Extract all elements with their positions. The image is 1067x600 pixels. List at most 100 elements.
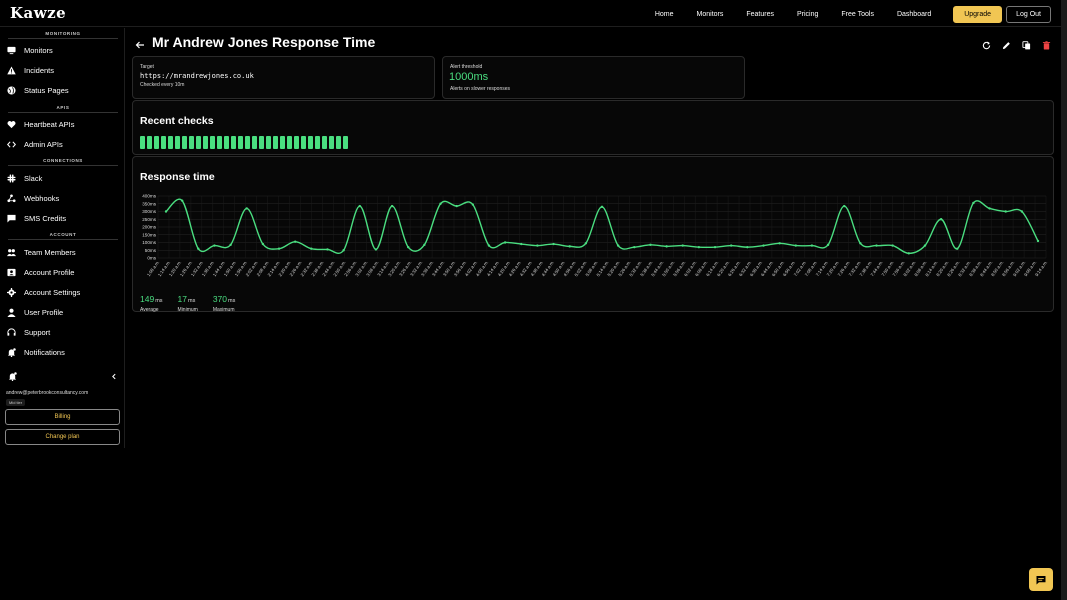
- check-bar[interactable]: [329, 136, 334, 149]
- stat-average-value: 149: [140, 294, 155, 304]
- data-point: [487, 244, 491, 247]
- stat-maximum-unit: ms: [228, 298, 236, 304]
- page-scrollbar[interactable]: [1061, 0, 1067, 600]
- check-bar[interactable]: [343, 136, 348, 149]
- check-bar[interactable]: [224, 136, 229, 149]
- alert-threshold-value: 1000ms: [449, 71, 489, 83]
- slack-icon: [7, 173, 16, 183]
- check-bar[interactable]: [147, 136, 152, 149]
- bell-icon[interactable]: [8, 368, 17, 382]
- check-bar[interactable]: [196, 136, 201, 149]
- data-point: [988, 207, 991, 210]
- sidebar-item-incidents[interactable]: Incidents: [7, 64, 54, 76]
- data-point: [293, 240, 297, 243]
- app-logo[interactable]: Kawze: [10, 4, 66, 22]
- check-bar[interactable]: [203, 136, 208, 149]
- data-point: [245, 207, 248, 210]
- check-bar[interactable]: [140, 136, 145, 149]
- check-bar[interactable]: [210, 136, 215, 149]
- recent-checks-title: Recent checks: [140, 115, 214, 127]
- check-bar[interactable]: [280, 136, 285, 149]
- sidebar-item-heartbeat-apis[interactable]: Heartbeat APIs: [7, 118, 74, 130]
- check-bar[interactable]: [308, 136, 313, 149]
- back-arrow-icon[interactable]: [135, 37, 145, 49]
- nav-home[interactable]: Home: [655, 11, 674, 18]
- sidebar-item-label: Team Members: [24, 247, 76, 257]
- check-bar[interactable]: [266, 136, 271, 149]
- y-tick-label: 400ms: [142, 194, 156, 199]
- team-icon: [7, 248, 16, 257]
- copy-icon[interactable]: [1022, 37, 1031, 50]
- check-bar[interactable]: [168, 136, 173, 149]
- page-title: Mr Andrew Jones Response Time: [152, 34, 376, 50]
- delete-icon[interactable]: [1042, 37, 1051, 50]
- data-point: [600, 205, 604, 209]
- sidebar-item-account-settings[interactable]: Account Settings: [7, 286, 80, 298]
- data-point: [197, 247, 200, 250]
- sidebar-item-team-members[interactable]: Team Members: [7, 246, 76, 258]
- billing-button[interactable]: Billing: [5, 409, 120, 425]
- nav-pricing[interactable]: Pricing: [797, 11, 818, 18]
- nav-features[interactable]: Features: [746, 11, 774, 18]
- y-tick-label: 200ms: [142, 225, 156, 230]
- check-bar[interactable]: [273, 136, 278, 149]
- stats-row: 149ms Average 17ms Minimum 370ms Maximum: [140, 289, 235, 313]
- sidebar-item-label: User Profile: [24, 307, 64, 317]
- sidebar-item-label: Account Profile: [24, 267, 75, 277]
- check-bar[interactable]: [336, 136, 341, 149]
- check-bar[interactable]: [231, 136, 236, 149]
- data-point: [923, 244, 927, 247]
- change-plan-button[interactable]: Change plan: [5, 429, 120, 445]
- check-bar[interactable]: [161, 136, 166, 149]
- nav-free-tools[interactable]: Free Tools: [841, 11, 874, 18]
- collapse-sidebar-icon[interactable]: [110, 368, 118, 380]
- sidebar-item-sms-credits[interactable]: SMS Credits: [7, 212, 66, 224]
- chat-button[interactable]: [1029, 568, 1053, 591]
- sidebar-item-label: SMS Credits: [24, 213, 67, 223]
- response-time-title: Response time: [140, 171, 215, 183]
- nav-monitors[interactable]: Monitors: [697, 11, 724, 18]
- target-card: Target https://mrandrewjones.co.uk Check…: [132, 56, 435, 99]
- code-icon: [7, 140, 16, 149]
- check-bar[interactable]: [315, 136, 320, 149]
- check-bar[interactable]: [238, 136, 243, 149]
- data-point: [697, 245, 701, 249]
- sidebar-item-account-profile[interactable]: Account Profile: [7, 266, 74, 278]
- check-bar[interactable]: [175, 136, 180, 149]
- check-bar[interactable]: [259, 136, 264, 149]
- check-bar[interactable]: [287, 136, 292, 149]
- sidebar-item-user-profile[interactable]: User Profile: [7, 306, 63, 318]
- sidebar-section-monitoring: MONITORING: [8, 31, 118, 39]
- check-bar[interactable]: [322, 136, 327, 149]
- upgrade-button[interactable]: Upgrade: [953, 6, 1003, 23]
- data-point: [649, 243, 652, 247]
- sidebar-item-slack[interactable]: Slack: [7, 172, 42, 184]
- sidebar-item-status-pages[interactable]: Status Pages: [7, 84, 69, 96]
- check-bar[interactable]: [217, 136, 222, 149]
- logout-button[interactable]: Log Out: [1006, 6, 1051, 23]
- y-tick-label: 300ms: [142, 209, 156, 214]
- check-bar[interactable]: [245, 136, 250, 149]
- data-point: [1004, 210, 1007, 213]
- sidebar-item-notifications[interactable]: Notifications: [7, 346, 65, 358]
- check-bar[interactable]: [189, 136, 194, 149]
- data-point: [1020, 210, 1024, 213]
- y-tick-label: 50ms: [145, 248, 157, 253]
- sidebar-item-webhooks[interactable]: Webhooks: [7, 192, 59, 204]
- sidebar-item-admin-apis[interactable]: Admin APIs: [7, 138, 63, 150]
- sidebar-item-support[interactable]: Support: [7, 326, 50, 338]
- sidebar-item-monitors[interactable]: Monitors: [7, 44, 53, 56]
- check-bar[interactable]: [182, 136, 187, 149]
- check-bar[interactable]: [154, 136, 159, 149]
- edit-icon[interactable]: [1002, 37, 1011, 50]
- sidebar-footer-row: [8, 368, 118, 382]
- data-point: [277, 247, 281, 250]
- data-point: [520, 242, 523, 246]
- check-bar[interactable]: [252, 136, 257, 149]
- check-bar[interactable]: [294, 136, 299, 149]
- nav-dashboard[interactable]: Dashboard: [897, 11, 931, 18]
- refresh-icon[interactable]: [982, 37, 991, 50]
- check-bar[interactable]: [301, 136, 306, 149]
- data-point: [374, 248, 378, 251]
- data-point: [633, 245, 636, 249]
